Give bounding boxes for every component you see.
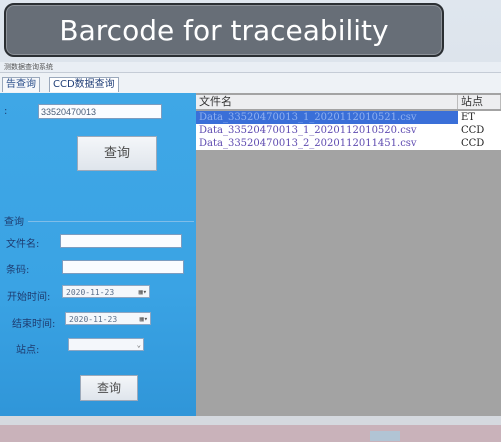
calendar-dropdown-icon[interactable]: ▦▾ [140,313,148,326]
query-panel: : 33520470013 查询 查询 文件名: 条码: 开始时间: 2020-… [0,93,196,423]
file-list: 文件名 站点 Data_33520470013_1_2020112010521.… [196,93,501,423]
caption-banner: Barcode for traceability [4,3,444,57]
station-select[interactable]: ⌄ [68,338,144,351]
barcode-field-input[interactable] [62,260,184,274]
taskbar [0,425,501,442]
screen: 测数据查询系统 告查询 CCD数据查询 : 33520470013 查询 查询 … [0,0,501,442]
start-time-value: 2020-11-23 [66,288,115,297]
query-button[interactable]: 查询 [77,136,157,171]
table-row[interactable]: Data_33520470013_1_2020112010521.csv ET [196,111,501,124]
table-row[interactable]: Data_33520470013_2_2020112011451.csv CCD [196,137,501,150]
file-name-cell: Data_33520470013_2_2020112011451.csv [199,138,417,149]
barcode-label-mark: : [4,106,8,117]
end-time-value: 2020-11-23 [69,315,118,324]
end-time-picker[interactable]: 2020-11-23 ▦▾ [65,312,151,325]
station-cell: CCD [461,125,485,136]
search-button[interactable]: 查询 [80,375,138,401]
taskbar-item[interactable] [370,431,400,441]
search-group-title: 查询 [4,217,24,228]
window-title-bar: 测数据查询系统 [0,62,501,73]
station-label: 站点: [16,345,40,356]
tab-report-query[interactable]: 告查询 [2,77,40,92]
barcode-field-label: 条码: [6,265,30,276]
group-divider [28,221,194,222]
tab-bar: 告查询 CCD数据查询 [0,73,501,93]
start-time-picker[interactable]: 2020-11-23 ▦▾ [62,285,150,298]
start-time-label: 开始时间: [7,292,51,303]
barcode-input[interactable]: 33520470013 [38,104,162,119]
station-cell: ET [458,111,501,124]
station-cell: CCD [461,138,485,149]
file-name-cell: Data_33520470013_1_2020112010521.csv [199,112,417,123]
tab-ccd-data-query[interactable]: CCD数据查询 [49,77,119,92]
column-header-filename[interactable]: 文件名 [196,95,458,109]
horizontal-scrollbar[interactable] [0,416,501,425]
column-header-station[interactable]: 站点 [458,95,501,109]
calendar-dropdown-icon[interactable]: ▦▾ [139,286,147,299]
caption-text: Barcode for traceability [59,14,389,47]
table-row[interactable]: Data_33520470013_1_2020112010520.csv CCD [196,124,501,137]
filename-label: 文件名: [6,239,40,250]
window-title: 测数据查询系统 [4,63,53,71]
end-time-label: 结束时间: [12,319,56,330]
chevron-down-icon: ⌄ [136,341,141,349]
filename-input[interactable] [60,234,182,248]
file-name-cell: Data_33520470013_1_2020112010520.csv [199,125,417,136]
